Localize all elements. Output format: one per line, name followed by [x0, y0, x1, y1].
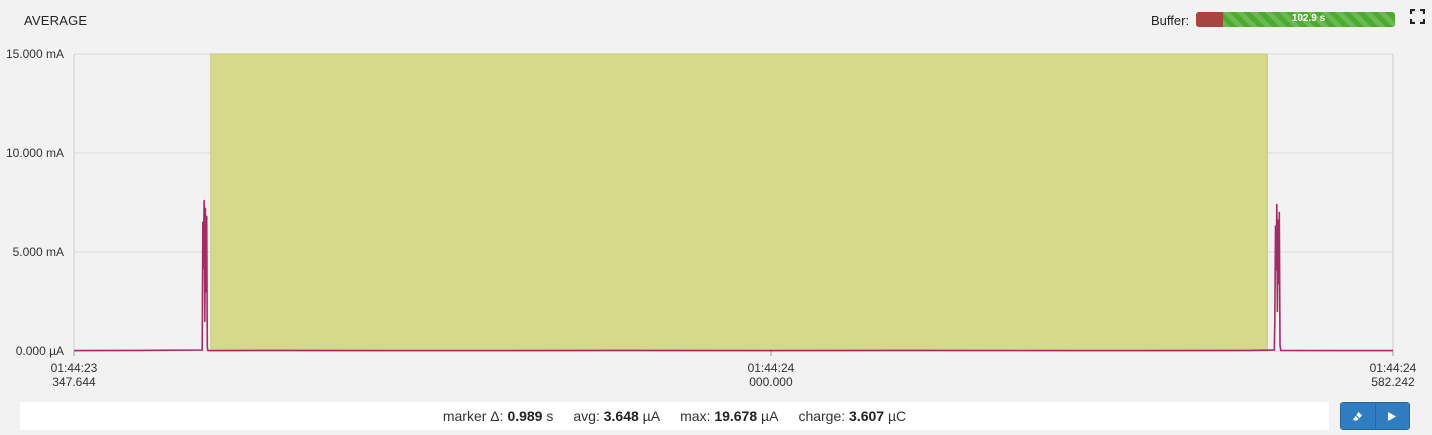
charge-unit: µC [887, 408, 907, 424]
avg-stat: avg: 3.648 µA [573, 408, 660, 424]
avg-unit: µA [642, 408, 661, 424]
y-tick-label: 5.000 mA [13, 245, 64, 259]
clear-marker-button[interactable] [1341, 403, 1375, 429]
y-tick-label: 15.000 mA [6, 47, 64, 61]
marker-delta-unit: s [546, 408, 554, 424]
measurement-stats-bar: marker Δ: 0.989 s avg: 3.648 µA max: 19.… [20, 402, 1329, 430]
play-icon [1387, 412, 1396, 420]
max-value: 19.678 [714, 408, 758, 424]
x-tick-label-time: 01:44:23 [51, 361, 98, 375]
max-unit: µA [761, 408, 779, 424]
x-tick-label-time: 01:44:24 [1370, 361, 1417, 375]
marker-delta-value: 0.989 [507, 408, 543, 424]
y-tick-label: 0.000 µA [16, 344, 64, 358]
charge-stat: charge: 3.607 µC [798, 408, 906, 424]
x-tick-label-ms: 000.000 [749, 375, 793, 389]
marker-delta-stat: marker Δ: 0.989 s [443, 408, 554, 424]
x-tick-label-ms: 582.242 [1371, 375, 1415, 389]
charge-value: 3.607 [849, 408, 885, 424]
max-label: max: [680, 408, 711, 424]
avg-label: avg: [573, 408, 600, 424]
x-tick-label-ms: 347.644 [52, 375, 96, 389]
x-tick-label-time: 01:44:24 [748, 361, 795, 375]
current-chart[interactable]: 0.000 µA 5.000 mA 10.000 mA 15.000 mA 01:44:… [0, 0, 1432, 400]
avg-value: 3.648 [603, 408, 639, 424]
charge-label: charge: [798, 408, 846, 424]
play-button[interactable] [1374, 403, 1409, 429]
max-stat: max: 19.678 µA [680, 408, 778, 424]
marker-delta-label: marker Δ: [442, 408, 504, 424]
eraser-icon [1353, 411, 1363, 420]
selection-region [210, 53, 1268, 352]
marker-button-group [1340, 402, 1410, 430]
y-tick-label: 10.000 mA [6, 146, 64, 160]
